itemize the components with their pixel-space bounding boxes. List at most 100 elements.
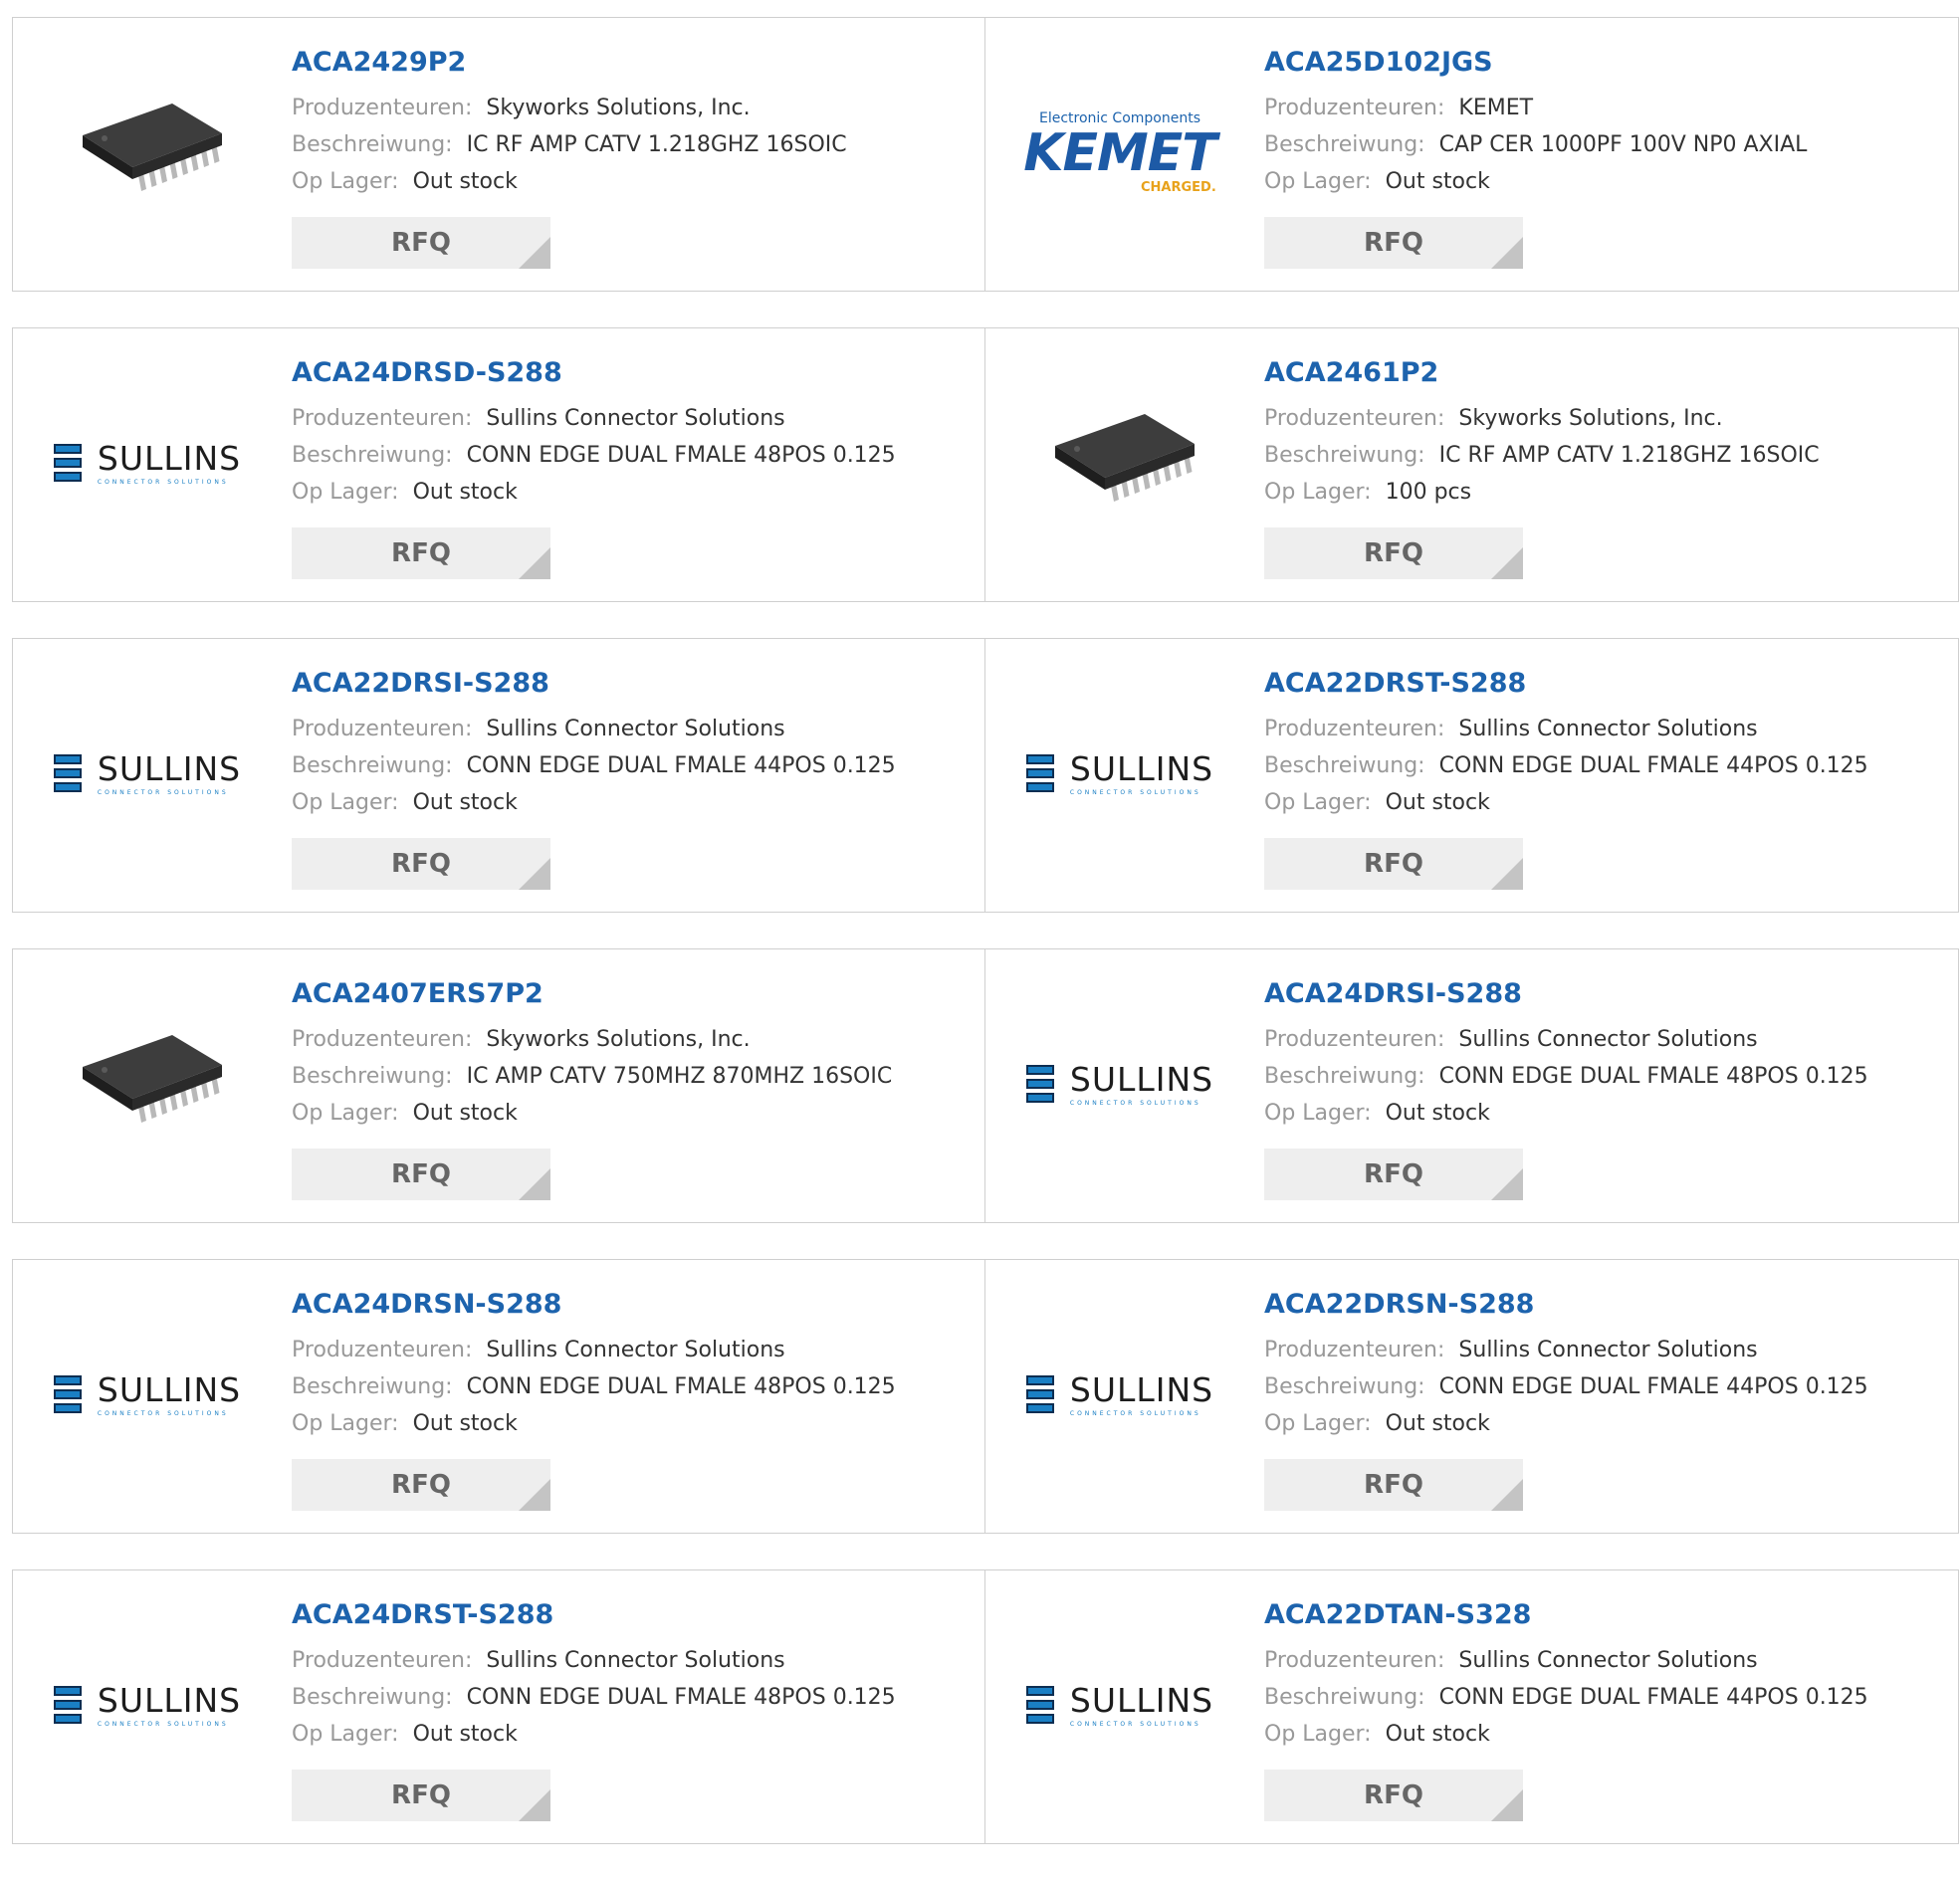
description-field-label: Beschreiwung:: [292, 1374, 453, 1399]
product-image[interactable]: [1015, 388, 1224, 537]
chip-icon: [1055, 413, 1195, 502]
product-row: ACA2407ERS7P2 Produzenteuren: Skyworks Sol…: [12, 948, 1959, 1223]
product-card: SULLINS CONNECTOR SOLUTIONS ACA22DRSN-S288…: [985, 1260, 1958, 1533]
product-info: ACA24DRST-S288 Produzenteuren: Sullins Con…: [292, 1598, 975, 1753]
rfq-button[interactable]: RFQ: [292, 527, 550, 579]
sullins-logo: SULLINS CONNECTOR SOLUTIONS: [53, 440, 241, 486]
manufacturer-field-label: Produzenteuren:: [292, 406, 473, 431]
product-image[interactable]: SULLINS CONNECTOR SOLUTIONS: [43, 1320, 252, 1469]
corner-fold-icon: [1491, 858, 1523, 890]
product-image[interactable]: SULLINS CONNECTOR SOLUTIONS: [43, 388, 252, 537]
stock-field-value: Out stock: [1385, 1411, 1490, 1436]
corner-fold-icon: [1491, 1168, 1523, 1200]
part-number-link[interactable]: ACA24DRSI-S288: [1264, 977, 1948, 1011]
manufacturer-field: Produzenteuren: Skyworks Solutions, Inc.: [292, 1021, 975, 1058]
description-field-label: Beschreiwung:: [1264, 753, 1425, 778]
product-image[interactable]: SULLINS CONNECTOR SOLUTIONS: [43, 699, 252, 848]
rfq-button[interactable]: RFQ: [1264, 527, 1523, 579]
product-card: SULLINS CONNECTOR SOLUTIONS ACA24DRSI-S288…: [985, 949, 1958, 1222]
stock-field-label: Op Lager:: [292, 1722, 399, 1747]
product-image[interactable]: SULLINS CONNECTOR SOLUTIONS: [1015, 1630, 1224, 1779]
rfq-button[interactable]: RFQ: [1264, 838, 1523, 890]
product-row: SULLINS CONNECTOR SOLUTIONS ACA24DRSN-S288…: [12, 1259, 1959, 1534]
sullins-wordmark: SULLINS: [97, 1680, 242, 1720]
stock-field-value: Out stock: [412, 169, 518, 194]
part-number-link[interactable]: ACA24DRST-S288: [292, 1598, 975, 1632]
description-field-value: CONN EDGE DUAL FMALE 44POS 0.125: [1438, 1685, 1868, 1710]
product-card: ACA2461P2 Produzenteuren: Skyworks Solutio…: [985, 328, 1958, 601]
sullins-logo: SULLINS CONNECTOR SOLUTIONS: [53, 1371, 241, 1417]
chip-icon: [83, 1034, 222, 1123]
product-image[interactable]: SULLINS CONNECTOR SOLUTIONS: [1015, 699, 1224, 848]
rfq-button[interactable]: RFQ: [292, 1770, 550, 1821]
stock-field: Op Lager: Out stock: [292, 474, 975, 511]
part-number-link[interactable]: ACA25D102JGS: [1264, 46, 1948, 80]
sullins-bars-icon: [53, 1686, 82, 1724]
manufacturer-field-label: Produzenteuren:: [1264, 1027, 1445, 1052]
part-number-link[interactable]: ACA2461P2: [1264, 356, 1948, 390]
rfq-button[interactable]: RFQ: [1264, 1459, 1523, 1511]
part-number-link[interactable]: ACA22DRSI-S288: [292, 667, 975, 701]
product-row: ACA2429P2 Produzenteuren: Skyworks Solutio…: [12, 17, 1959, 292]
manufacturer-field-value: Skyworks Solutions, Inc.: [486, 1027, 751, 1052]
product-info: ACA22DRSI-S288 Produzenteuren: Sullins Con…: [292, 667, 975, 821]
manufacturer-field-value: Sullins Connector Solutions: [1458, 1338, 1758, 1362]
description-field-label: Beschreiwung:: [1264, 443, 1425, 468]
sullins-tagline: CONNECTOR SOLUTIONS: [1069, 1720, 1201, 1728]
stock-field-label: Op Lager:: [1264, 480, 1372, 505]
part-number-link[interactable]: ACA2407ERS7P2: [292, 977, 975, 1011]
part-number-link[interactable]: ACA22DRST-S288: [1264, 667, 1948, 701]
product-image[interactable]: [43, 1009, 252, 1158]
manufacturer-field-value: Skyworks Solutions, Inc.: [486, 96, 751, 120]
product-image[interactable]: SULLINS CONNECTOR SOLUTIONS: [43, 1630, 252, 1779]
manufacturer-field-label: Produzenteuren:: [292, 1027, 473, 1052]
description-field-value: CONN EDGE DUAL FMALE 48POS 0.125: [1438, 1064, 1868, 1089]
stock-field-value: Out stock: [412, 790, 518, 815]
manufacturer-field: Produzenteuren: Sullins Connector Solutio…: [1264, 1642, 1948, 1679]
sullins-bars-icon: [1025, 1375, 1054, 1413]
rfq-button[interactable]: RFQ: [292, 1459, 550, 1511]
manufacturer-field-label: Produzenteuren:: [292, 717, 473, 741]
description-field-value: CONN EDGE DUAL FMALE 48POS 0.125: [466, 443, 896, 468]
rfq-button[interactable]: RFQ: [1264, 1149, 1523, 1200]
part-number-link[interactable]: ACA22DTAN-S328: [1264, 1598, 1948, 1632]
rfq-button[interactable]: RFQ: [1264, 217, 1523, 269]
product-image[interactable]: SULLINS CONNECTOR SOLUTIONS: [1015, 1009, 1224, 1158]
manufacturer-field-value: Sullins Connector Solutions: [486, 717, 785, 741]
manufacturer-field-label: Produzenteuren:: [1264, 96, 1445, 120]
manufacturer-field-value: Sullins Connector Solutions: [486, 1648, 785, 1673]
product-image[interactable]: [43, 78, 252, 227]
part-number-link[interactable]: ACA2429P2: [292, 46, 975, 80]
product-image[interactable]: Electronic Components KEMET CHARGED.: [1015, 78, 1224, 227]
manufacturer-field: Produzenteuren: Sullins Connector Solutio…: [292, 400, 975, 437]
product-card: ACA2407ERS7P2 Produzenteuren: Skyworks Sol…: [13, 949, 985, 1222]
stock-field-label: Op Lager:: [292, 1101, 399, 1126]
product-row: SULLINS CONNECTOR SOLUTIONS ACA22DRSI-S288…: [12, 638, 1959, 913]
rfq-button[interactable]: RFQ: [292, 1149, 550, 1200]
stock-field-label: Op Lager:: [292, 790, 399, 815]
corner-fold-icon: [519, 1789, 550, 1821]
product-info: ACA22DRST-S288 Produzenteuren: Sullins Con…: [1264, 667, 1948, 821]
description-field: Beschreiwung: CONN EDGE DUAL FMALE 48POS …: [1264, 1058, 1948, 1095]
rfq-button[interactable]: RFQ: [1264, 1770, 1523, 1821]
product-info: ACA25D102JGS Produzenteuren: KEMET Beschrei…: [1264, 46, 1948, 200]
rfq-button[interactable]: RFQ: [292, 838, 550, 890]
part-number-link[interactable]: ACA22DRSN-S288: [1264, 1288, 1948, 1322]
rfq-button-label: RFQ: [391, 538, 451, 568]
product-info: ACA2407ERS7P2 Produzenteuren: Skyworks Sol…: [292, 977, 975, 1132]
part-number-link[interactable]: ACA24DRSD-S288: [292, 356, 975, 390]
rfq-button-label: RFQ: [391, 1470, 451, 1500]
sullins-bars-icon: [1025, 1065, 1054, 1103]
product-row: SULLINS CONNECTOR SOLUTIONS ACA24DRST-S288…: [12, 1569, 1959, 1844]
stock-field: Op Lager: Out stock: [292, 1716, 975, 1753]
sullins-wordmark: SULLINS: [1069, 1059, 1214, 1099]
description-field: Beschreiwung: CONN EDGE DUAL FMALE 44POS …: [1264, 1679, 1948, 1716]
manufacturer-field-label: Produzenteuren:: [1264, 1338, 1445, 1362]
description-field-value: CONN EDGE DUAL FMALE 44POS 0.125: [466, 753, 896, 778]
rfq-button[interactable]: RFQ: [292, 217, 550, 269]
product-image[interactable]: SULLINS CONNECTOR SOLUTIONS: [1015, 1320, 1224, 1469]
part-number-link[interactable]: ACA24DRSN-S288: [292, 1288, 975, 1322]
description-field-label: Beschreiwung:: [1264, 1374, 1425, 1399]
description-field-label: Beschreiwung:: [1264, 1685, 1425, 1710]
product-info: ACA2429P2 Produzenteuren: Skyworks Solutio…: [292, 46, 975, 200]
